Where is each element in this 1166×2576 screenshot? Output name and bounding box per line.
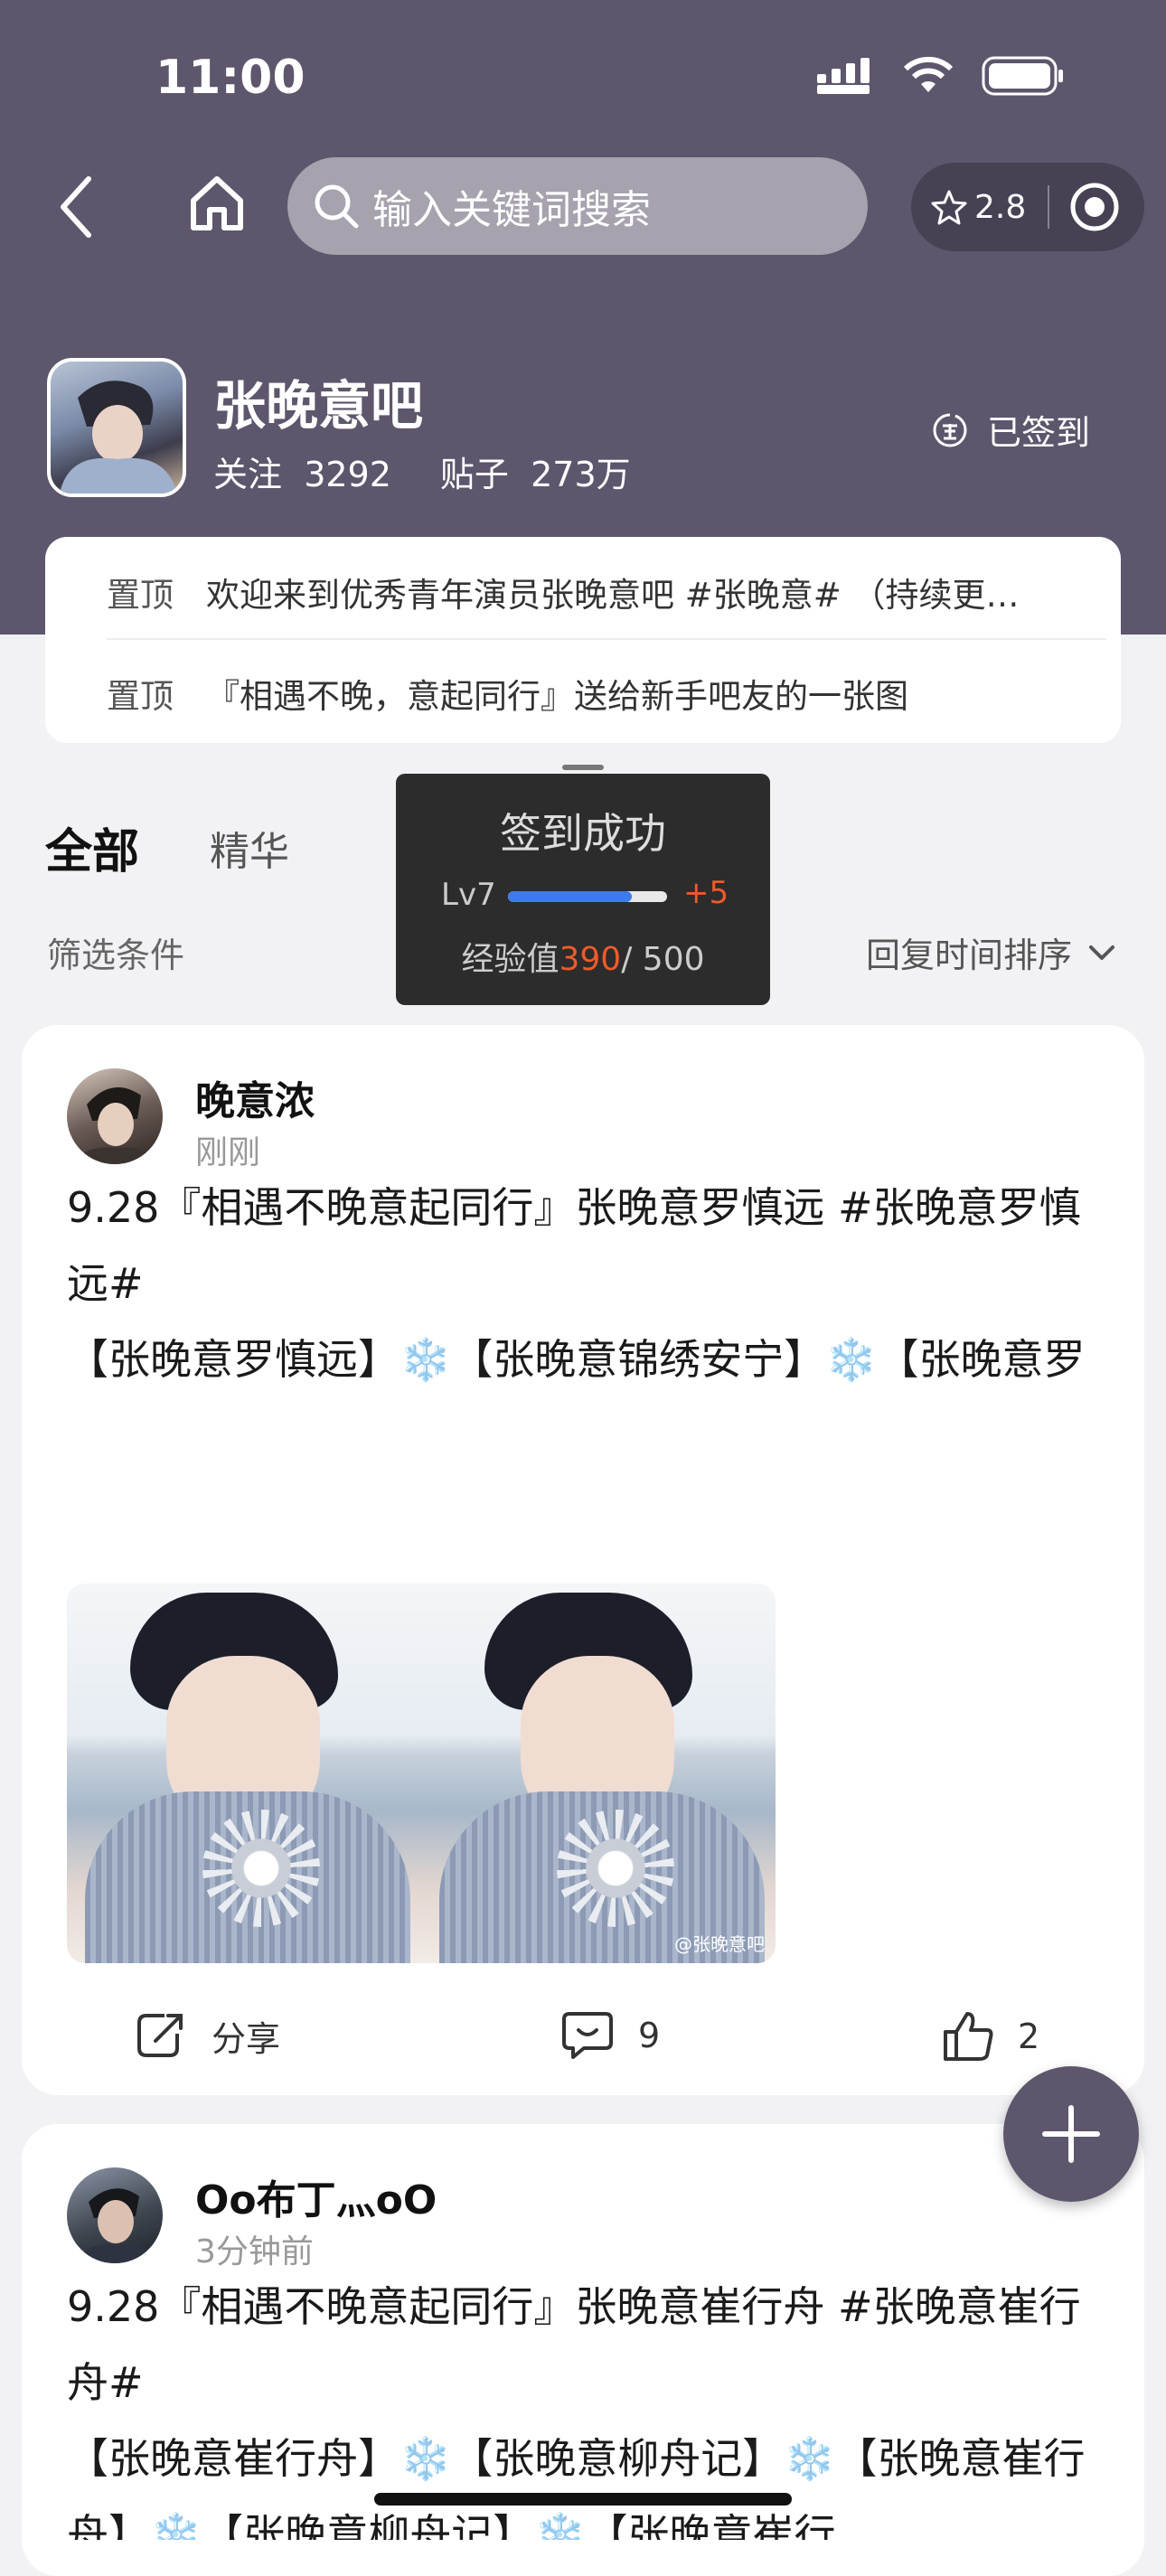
exp-label: 经验值 [461,941,559,978]
avatar-image [74,1087,157,1164]
sort-dropdown[interactable]: 回复时间排序 [866,927,1115,977]
tab-all[interactable]: 全部 [45,813,139,881]
tab-best[interactable]: 精华 [210,819,289,877]
checkin-button[interactable]: 已签到 [931,405,1090,455]
status-icons [817,56,1065,96]
checkin-success-toast: 签到成功 Lv7 +5 经验值390/ 500 [396,774,770,1005]
post-images: @张晚意吧 [67,1584,776,1963]
star-icon[interactable] [931,189,967,225]
pinned-tag: 置顶 [107,576,174,615]
follow-label: 关注 [213,455,283,494]
post-text: 【张晚意罗慎远】❄️【张晚意锦绣安宁】❄️【张晚意罗慎远】❄️【张晚意锦绣安宁】… [67,1335,1086,1384]
like-button[interactable]: 2 [942,2010,1039,2063]
search-input[interactable]: 输入关键词搜索 [287,157,868,255]
chevron-down-icon [1089,945,1115,960]
post-card[interactable]: Oo布丁灬oO 3分钟前 9.28『相遇不晚意起同行』张晚意崔行舟 #张晚意崔行… [22,2124,1144,2576]
status-time: 11:00 [155,51,306,105]
comment-icon [562,2012,613,2059]
pinned-title: 欢迎来到优秀青年演员张晚意吧 #张晚意# （持续更… [206,576,1020,615]
home-icon[interactable] [186,172,248,233]
posts-count: 273万 [531,455,631,494]
level-progress-fill [508,891,633,902]
post-image[interactable] [67,1584,421,1963]
plus-icon [1042,2105,1100,2163]
share-icon [137,2014,183,2057]
image-watermark: @张晚意吧 [674,1933,765,1955]
search-placeholder: 输入关键词搜索 [372,187,651,233]
pinned-post[interactable]: 置顶 『相遇不晚，意起同行』送给新手吧友的一张图 [107,669,1056,718]
record-icon[interactable] [1069,182,1120,232]
post-image[interactable]: @张晚意吧 [421,1584,776,1963]
level-label: Lv7 [441,877,496,913]
post-author[interactable]: Oo布丁灬oO [195,2167,437,2225]
post-time: 3分钟前 [195,2233,314,2270]
create-post-button[interactable] [1003,2066,1139,2202]
pinned-tag: 置顶 [107,677,174,716]
home-indicator[interactable] [374,2493,792,2505]
avatar-image [74,2188,157,2263]
mini-program-capsule: 2.8 [911,163,1144,251]
battery-icon [982,56,1063,96]
avatar[interactable] [67,1068,163,1164]
search-icon [315,184,359,229]
exp-gain: +5 [683,875,729,911]
pinned-title: 『相遇不晚，意起同行』送给新手吧友的一张图 [206,677,908,716]
checkin-label: 已签到 [987,413,1091,453]
post-author[interactable]: 晚意浓 [195,1068,315,1126]
wifi-icon [903,56,954,92]
follow-stat: 关注 3292 [213,447,391,496]
comment-button[interactable]: 9 [560,2010,660,2061]
post-card[interactable]: 晚意浓 刚刚 9.28『相遇不晚意起同行』张晚意罗慎远 #张晚意罗慎远# 【张晚… [22,1025,1144,2095]
post-actions: 分享 9 2 [22,2010,1144,2082]
drag-handle[interactable] [562,765,604,770]
comment-count: 9 [638,2016,661,2055]
divider [107,638,1106,640]
capsule-divider [1048,185,1050,229]
posts-label: 贴子 [439,455,509,494]
post-text: 【张晚意崔行舟】❄️【张晚意柳舟记】❄️【张晚意崔行舟】❄️【张晚意柳舟记】❄️… [67,2434,1086,2540]
post-title: 9.28『相遇不晚意起同行』张晚意崔行舟 #张晚意崔行舟# [67,2282,1081,2407]
forum-avatar[interactable] [47,358,186,497]
post-content[interactable]: 9.28『相遇不晚意起同行』张晚意罗慎远 #张晚意罗慎远# 【张晚意罗慎远】❄️… [67,1170,1106,1397]
level-progress-bar [508,891,667,902]
follow-count: 3292 [304,455,391,494]
checkin-icon [933,413,967,447]
exp-total: / 500 [621,941,705,978]
posts-stat: 贴子 273万 [440,447,631,496]
share-label: 分享 [212,2018,281,2059]
share-button[interactable]: 分享 [134,2010,280,2061]
exp-text: 经验值390/ 500 [396,933,770,980]
post-title: 9.28『相遇不晚意起同行』张晚意罗慎远 #张晚意罗慎远# [67,1183,1081,1308]
pinned-posts-card: 置顶 欢迎来到优秀青年演员张晚意吧 #张晚意# （持续更… 置顶 『相遇不晚，意… [45,537,1121,743]
forum-name: 张晚意吧 [213,375,424,437]
rating-value[interactable]: 2.8 [974,189,1026,226]
forum-stats: 关注 3292 贴子 273万 [213,447,631,496]
toast-title: 签到成功 [500,809,666,858]
filter-button[interactable]: 筛选条件 [47,927,184,977]
signal-icon [817,58,870,94]
forum-avatar-image [60,381,177,494]
like-count: 2 [1018,2017,1040,2056]
pinned-post[interactable]: 置顶 欢迎来到优秀青年演员张晚意吧 #张晚意# （持续更… [107,568,1056,616]
exp-current: 390 [559,941,622,978]
post-time: 刚刚 [195,1134,261,1171]
avatar[interactable] [67,2167,163,2263]
thumbs-up-icon [944,2012,993,2061]
sort-label: 回复时间排序 [866,935,1073,975]
back-icon[interactable] [54,174,99,240]
